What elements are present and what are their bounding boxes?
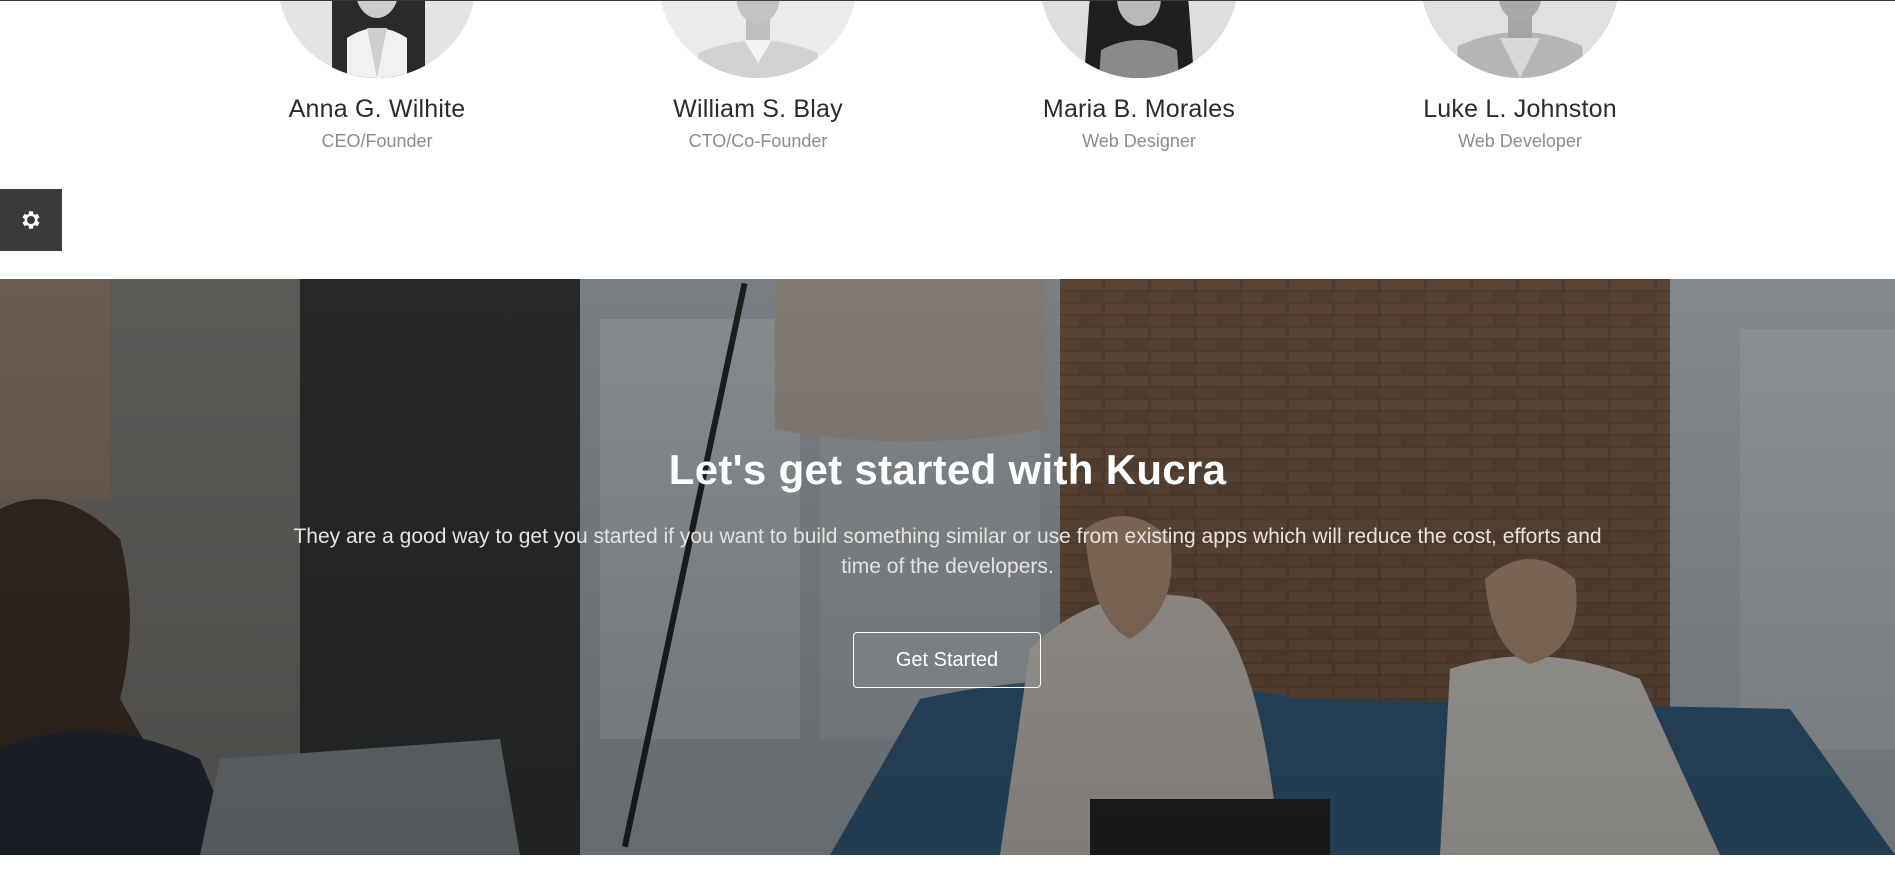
team-member-photo [658, 0, 858, 78]
team-member-photo [1420, 0, 1620, 78]
cta-title: Let's get started with Kucra [668, 446, 1227, 493]
team-member-role: CEO/Founder [321, 131, 433, 151]
team-member-name: Anna G. Wilhite [288, 95, 466, 123]
team-member-photo [277, 0, 477, 78]
team-member-role: Web Designer [1082, 131, 1196, 151]
settings-toggle-button[interactable] [0, 189, 62, 251]
cta-section: Let's get started with Kucra They are a … [0, 279, 1895, 855]
team-section: Anna G. Wilhite CEO/Founder William S. B… [0, 0, 1895, 279]
get-started-button[interactable]: Get Started [853, 632, 1041, 688]
top-divider [0, 0, 1895, 1]
team-member-photo [1039, 0, 1239, 78]
gear-icon [22, 211, 40, 229]
cta-description: They are a good way to get you started i… [293, 525, 1602, 578]
team-member-name: Luke L. Johnston [1423, 95, 1617, 123]
team-member-role: CTO/Co-Founder [688, 131, 828, 151]
team-member-name: Maria B. Morales [1042, 95, 1236, 123]
team-member-name: William S. Blay [673, 95, 843, 123]
team-member-role: Web Developer [1458, 131, 1582, 151]
next-section-edge [0, 855, 1895, 889]
